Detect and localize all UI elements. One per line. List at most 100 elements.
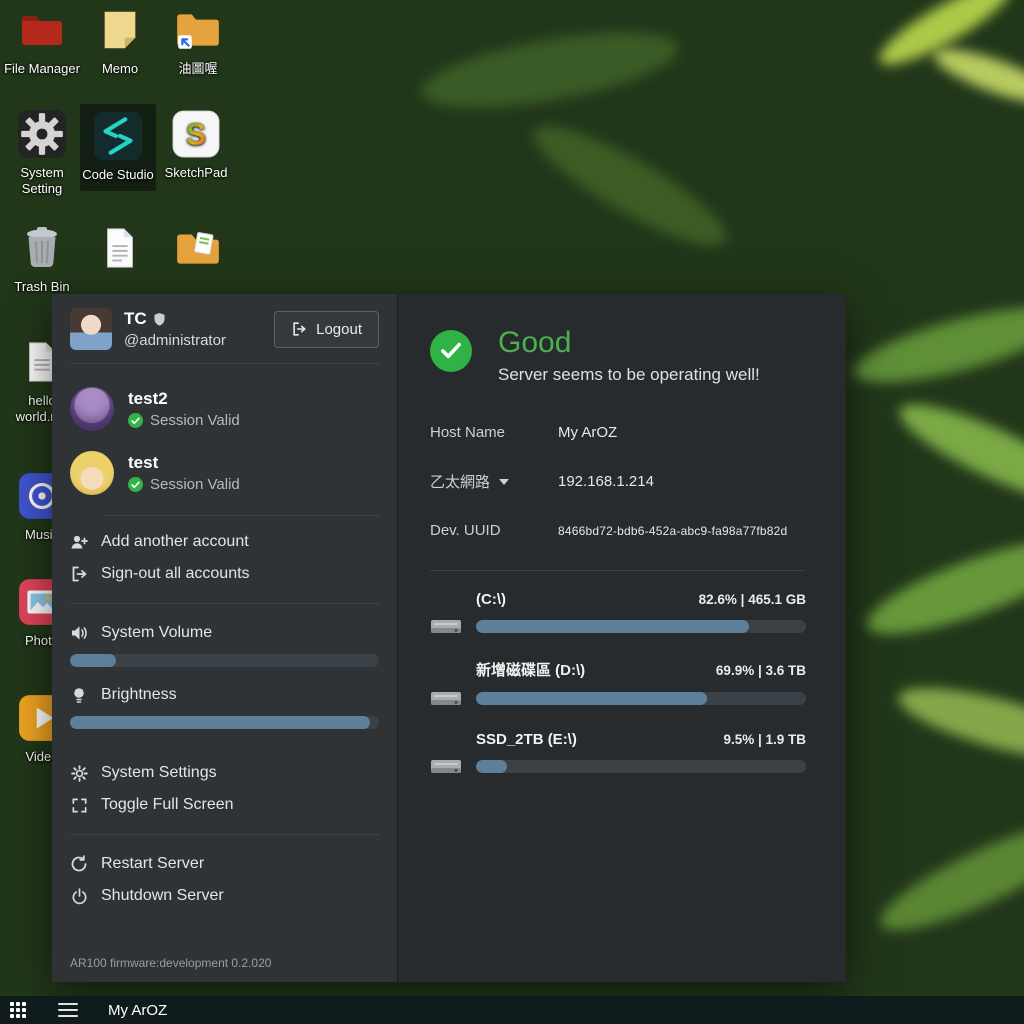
logout-label: Logout	[316, 321, 362, 338]
chevron-down-icon	[499, 479, 509, 485]
disk-usage-fill	[476, 760, 507, 773]
toggle-fullscreen-item[interactable]: Toggle Full Screen	[70, 789, 379, 821]
disk-name: (C:\)	[476, 591, 506, 608]
current-user-name: TC	[124, 309, 147, 329]
brightness-item: Brightness	[70, 679, 379, 711]
session-valid-icon	[128, 413, 143, 428]
disk-row-e: SSD_2TB (E:\) 9.5% | 1.9 TB	[430, 731, 806, 777]
disk-usage: 69.9% | 3.6 TB	[716, 663, 806, 678]
desktop-icon-file-manager[interactable]: File Manager	[4, 4, 80, 77]
gear-icon	[16, 108, 68, 160]
logout-icon	[291, 321, 307, 337]
hamburger-menu-button[interactable]	[58, 1003, 78, 1017]
logout-button[interactable]: Logout	[274, 311, 379, 348]
toggle-fullscreen-label: Toggle Full Screen	[101, 796, 234, 814]
system-volume-label: System Volume	[101, 624, 212, 642]
hard-drive-icon	[430, 755, 462, 777]
uuid-label: Dev. UUID	[430, 522, 558, 539]
folder-doc-icon	[172, 222, 224, 274]
brightness-slider[interactable]	[70, 716, 379, 729]
brightness-label: Brightness	[101, 686, 177, 704]
add-account-item[interactable]: Add another account	[70, 526, 379, 558]
signout-all-item[interactable]: Sign-out all accounts	[70, 558, 379, 590]
app-grid-button[interactable]	[10, 1002, 26, 1018]
desktop-icon-code-studio[interactable]: Code Studio	[80, 104, 156, 191]
taskbar-title: My ArOZ	[108, 1002, 167, 1019]
ip-address-value: 192.168.1.214	[558, 473, 654, 490]
desktop-icon-sketchpad[interactable]: S SketchPad	[158, 108, 234, 181]
disk-usage-fill	[476, 692, 707, 705]
add-account-label: Add another account	[101, 533, 249, 551]
disk-usage-fill	[476, 620, 749, 633]
disk-name: 新增磁碟區 (D:\)	[476, 659, 585, 680]
disk-name: SSD_2TB (E:\)	[476, 731, 577, 748]
uuid-value: 8466bd72-bdb6-452a-abc9-fa98a77fb82d	[558, 524, 787, 538]
svg-text:S: S	[186, 118, 206, 151]
hostname-row: Host Name My ArOZ	[430, 424, 806, 441]
session-status: Session Valid	[150, 412, 240, 429]
disk-usage-bar	[476, 620, 806, 633]
quick-settings-panel: TC @administrator Logout test2	[52, 294, 846, 982]
volume-slider-fill	[70, 654, 116, 667]
account-name: test2	[128, 389, 240, 409]
desktop-icon-label: File Manager	[4, 61, 80, 77]
desktop-icon-shortcut-folder[interactable]: 油圖喔	[160, 4, 236, 77]
current-user-avatar	[70, 308, 112, 350]
restart-server-label: Restart Server	[101, 855, 204, 873]
bulb-icon	[70, 686, 88, 704]
divider	[70, 603, 379, 604]
network-row: 乙太網路 192.168.1.214	[430, 471, 806, 492]
gear-icon	[70, 764, 88, 782]
power-icon	[70, 887, 88, 905]
account-row-test2[interactable]: test2 Session Valid	[70, 387, 379, 431]
session-valid-icon	[128, 477, 143, 492]
disk-usage-bar	[476, 760, 806, 773]
hostname-value: My ArOZ	[558, 424, 617, 441]
shield-icon	[153, 312, 166, 327]
desktop-icon-label: 油圖喔	[178, 61, 217, 77]
system-settings-label: System Settings	[101, 764, 217, 782]
uuid-row: Dev. UUID 8466bd72-bdb6-452a-abc9-fa98a7…	[430, 522, 806, 539]
desktop-icon-document[interactable]	[82, 222, 158, 279]
divider	[70, 834, 379, 835]
desktop-icon-folder-doc[interactable]	[160, 222, 236, 279]
system-settings-item[interactable]: System Settings	[70, 757, 379, 789]
disk-usage: 9.5% | 1.9 TB	[723, 732, 806, 747]
server-status-subtitle: Server seems to be operating well!	[498, 365, 760, 385]
desktop-icon-memo[interactable]: Memo	[82, 4, 158, 77]
shutdown-server-item[interactable]: Shutdown Server	[70, 880, 379, 912]
network-select[interactable]: 乙太網路	[430, 471, 558, 492]
desktop-icon-system-setting[interactable]: System Setting	[4, 108, 80, 198]
volume-slider[interactable]	[70, 654, 379, 667]
desktop-icon-trash-bin[interactable]: Trash Bin	[4, 222, 80, 295]
sign-out-icon	[70, 565, 88, 583]
trash-icon	[16, 222, 68, 274]
brightness-slider-fill	[70, 716, 370, 729]
account-row-test[interactable]: test Session Valid	[70, 451, 379, 495]
desktop-icon-label: Memo	[102, 61, 138, 77]
file-manager-icon	[16, 4, 68, 56]
status-ok-icon	[430, 330, 472, 372]
desktop-icon-label: Code Studio	[82, 167, 154, 183]
account-avatar	[70, 387, 114, 431]
desktop-icon-label: System Setting	[4, 165, 80, 198]
hard-drive-icon	[430, 687, 462, 709]
system-volume-item: System Volume	[70, 617, 379, 649]
panel-right-column: Good Server seems to be operating well! …	[398, 294, 846, 982]
code-studio-icon	[92, 110, 144, 162]
restart-server-item[interactable]: Restart Server	[70, 848, 379, 880]
disk-usage: 82.6% | 465.1 GB	[699, 592, 806, 607]
taskbar: My ArOZ	[0, 996, 1024, 1024]
network-label: 乙太網路	[430, 471, 490, 492]
disk-row-d: 新增磁碟區 (D:\) 69.9% | 3.6 TB	[430, 659, 806, 709]
divider	[70, 363, 379, 364]
hard-drive-icon	[430, 615, 462, 637]
divider	[430, 570, 806, 571]
document-icon	[94, 222, 146, 274]
current-user-info: TC @administrator	[124, 309, 274, 349]
account-avatar	[70, 451, 114, 495]
account-name: test	[128, 453, 240, 473]
desktop-icon-label: SketchPad	[165, 165, 228, 181]
disk-usage-bar	[476, 692, 806, 705]
sketchpad-icon: S	[170, 108, 222, 160]
